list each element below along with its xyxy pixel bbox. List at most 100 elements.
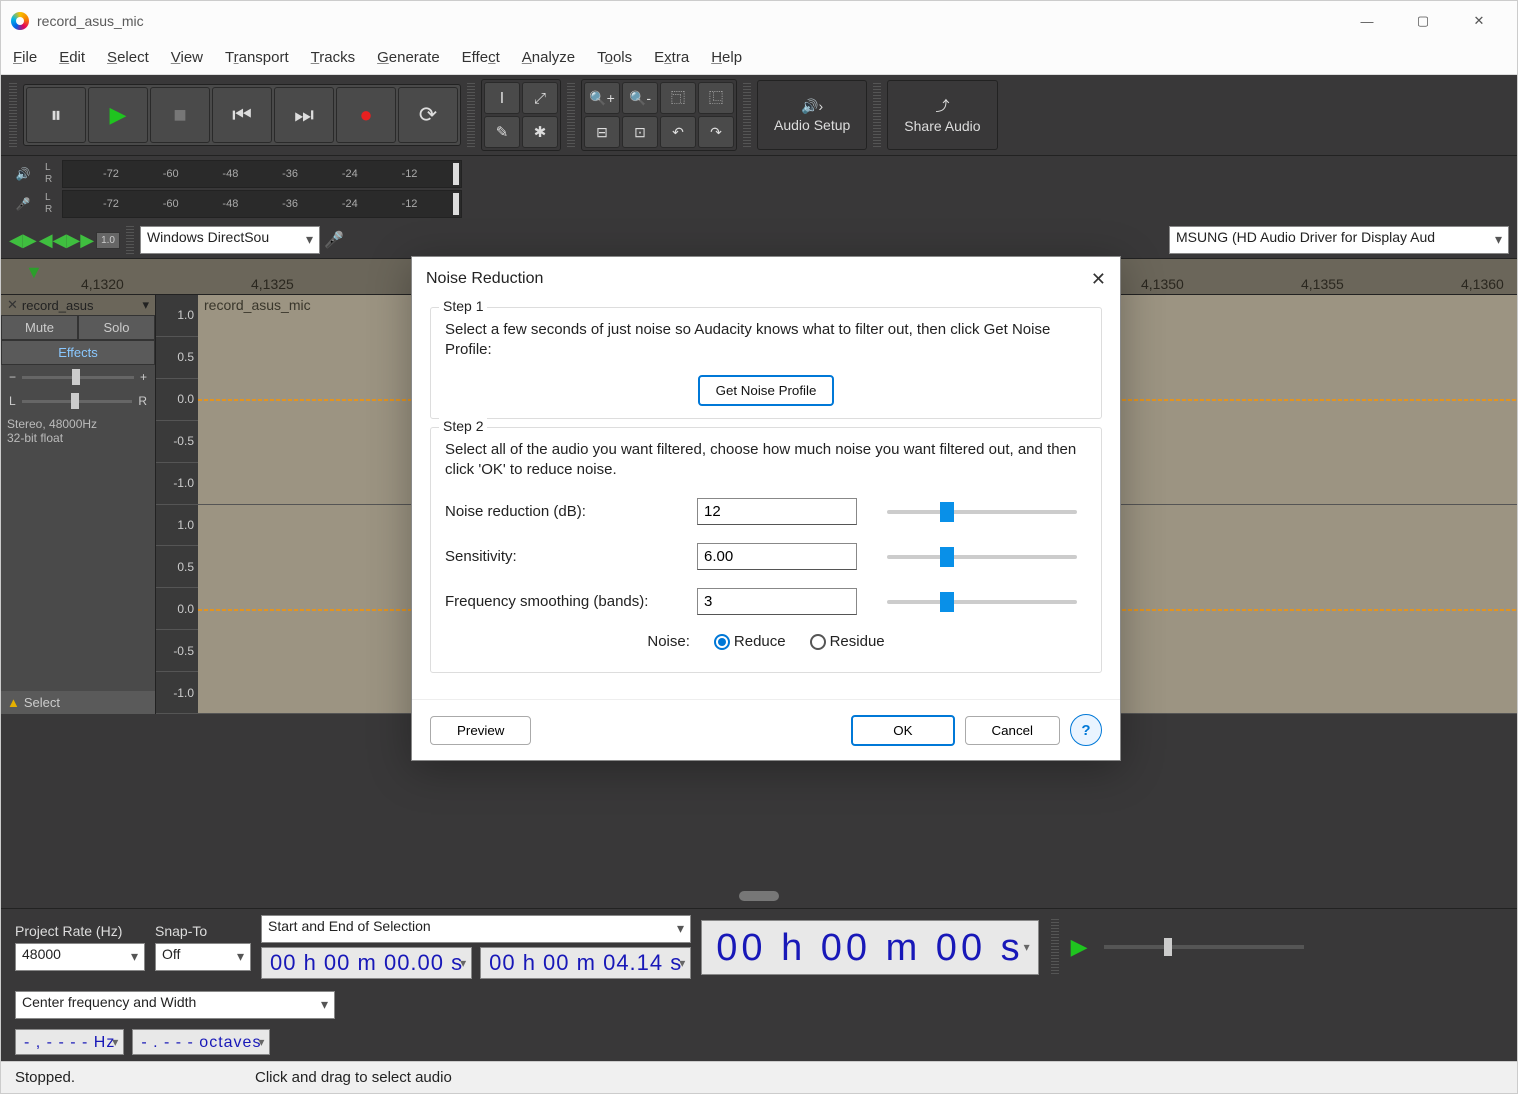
help-button[interactable]: ? <box>1070 714 1102 746</box>
record-meter[interactable]: -72-60-48-36-24-12 <box>62 190 462 218</box>
device-bar: ◀▶◀◀▶▶1.0 Windows DirectSou 🎤 MSUNG (HD … <box>1 222 1517 258</box>
menu-generate[interactable]: Generate <box>373 45 452 70</box>
sensitivity-input[interactable] <box>697 543 857 570</box>
grabber-icon[interactable] <box>1051 919 1059 975</box>
dialog-close-button[interactable]: ✕ <box>1091 269 1106 290</box>
step1-legend: Step 1 <box>439 298 487 314</box>
noise-reduction-label: Noise reduction (dB): <box>445 503 685 520</box>
close-track-icon[interactable]: ✕ <box>7 297 18 313</box>
skip-end-button[interactable]: ⏭ <box>274 87 334 143</box>
zoom-in-button[interactable]: 🔍+ <box>584 82 620 114</box>
h-scrollbar[interactable] <box>1 884 1517 908</box>
record-button[interactable]: ● <box>336 87 396 143</box>
selection-tool[interactable]: Ⅰ <box>484 82 520 114</box>
app-icon <box>11 12 29 30</box>
envelope-tool[interactable]: ⤢ <box>522 82 558 114</box>
menu-file[interactable]: File <box>9 45 49 70</box>
maximize-button[interactable]: ▢ <box>1395 3 1451 39</box>
freq-smoothing-input[interactable] <box>697 588 857 615</box>
chevron-down-icon[interactable]: ▾ <box>142 297 149 313</box>
share-audio-button[interactable]: ⤴ Share Audio <box>887 80 997 150</box>
draw-tool[interactable]: ✎ <box>484 116 520 148</box>
host-select[interactable]: Windows DirectSou <box>140 226 320 254</box>
rewind-icon[interactable]: ◀▶ <box>9 230 37 251</box>
multi-tool[interactable]: ✱ <box>522 116 558 148</box>
selection-bar: Project Rate (Hz) 48000 Snap-To Off Star… <box>1 908 1517 985</box>
undo-button[interactable]: ↶ <box>660 116 696 148</box>
residue-radio[interactable]: Residue <box>810 633 885 650</box>
title-bar: record_asus_mic — ▢ ✕ <box>1 1 1517 41</box>
menu-effect[interactable]: Effect <box>458 45 512 70</box>
sel-end-time[interactable]: 00 h 00 m 04.14 s▾ <box>480 947 691 979</box>
menu-extra[interactable]: Extra <box>650 45 701 70</box>
pause-button[interactable]: ⏸ <box>26 87 86 143</box>
octaves-box[interactable]: - . - - - octaves▾ <box>132 1029 270 1055</box>
playback-meter[interactable]: -72-60-48-36-24-12 <box>62 160 462 188</box>
menu-transport[interactable]: Transport <box>221 45 301 70</box>
collapse-button[interactable]: ▲Select <box>1 691 155 714</box>
freq-smoothing-slider[interactable] <box>887 600 1077 604</box>
grabber-icon[interactable] <box>743 83 751 147</box>
ff-icon[interactable]: ◀◀▶▶ <box>39 230 94 251</box>
preview-button[interactable]: Preview <box>430 716 531 745</box>
track-control-panel[interactable]: ✕record_asus▾ Mute Solo Effects −+ LR St… <box>1 295 156 714</box>
grabber-icon[interactable] <box>9 83 17 147</box>
grabber-icon[interactable] <box>567 83 575 147</box>
grabber-icon[interactable] <box>467 83 475 147</box>
output-select[interactable]: MSUNG (HD Audio Driver for Display Aud <box>1169 226 1509 254</box>
selection-mode-select[interactable]: Start and End of Selection <box>261 915 691 943</box>
play-at-speed-button[interactable]: ▶ <box>1071 934 1088 960</box>
close-button[interactable]: ✕ <box>1451 3 1507 39</box>
fit-selection-button[interactable]: ⿹ <box>660 82 696 114</box>
speed-icon[interactable]: 1.0 <box>96 232 120 249</box>
position-time[interactable]: 00 h 00 m 00 s▾ <box>701 920 1038 975</box>
freq-smoothing-label: Frequency smoothing (bands): <box>445 593 685 610</box>
sensitivity-slider[interactable] <box>887 555 1077 559</box>
effects-button[interactable]: Effects <box>1 340 155 365</box>
noise-reduction-input[interactable] <box>697 498 857 525</box>
menu-view[interactable]: View <box>167 45 215 70</box>
status-bar: Stopped. Click and drag to select audio <box>1 1061 1517 1093</box>
project-rate-select[interactable]: 48000 <box>15 943 145 971</box>
loop-button[interactable]: ⟳ <box>398 87 458 143</box>
playhead-icon: ▼ <box>25 262 43 283</box>
playback-meter-icon[interactable]: 🔊 <box>11 167 35 181</box>
ok-button[interactable]: OK <box>851 715 954 746</box>
menu-help[interactable]: Help <box>707 45 754 70</box>
meters: 🔊 LR -72-60-48-36-24-12 🎤 LR -72-60-48-3… <box>1 156 1517 222</box>
zoom-group: 🔍+ 🔍- ⿹ ⿺ ⊟ ⊡ ↶ ↷ <box>581 79 737 151</box>
fit-project-button[interactable]: ⿺ <box>698 82 734 114</box>
trim-button[interactable]: ⊟ <box>584 116 620 148</box>
pan-slider[interactable]: LR <box>1 389 155 413</box>
stop-button[interactable]: ■ <box>150 87 210 143</box>
get-noise-profile-button[interactable]: Get Noise Profile <box>698 375 835 406</box>
noise-reduction-slider[interactable] <box>887 510 1077 514</box>
redo-button[interactable]: ↷ <box>698 116 734 148</box>
reduce-radio[interactable]: Reduce <box>714 633 786 650</box>
center-freq-select[interactable]: Center frequency and Width <box>15 991 335 1019</box>
menu-edit[interactable]: Edit <box>55 45 97 70</box>
menu-analyze[interactable]: Analyze <box>518 45 587 70</box>
silence-button[interactable]: ⊡ <box>622 116 658 148</box>
cancel-button[interactable]: Cancel <box>965 716 1061 745</box>
mute-button[interactable]: Mute <box>1 315 78 340</box>
skip-start-button[interactable]: ⏮ <box>212 87 272 143</box>
sensitivity-label: Sensitivity: <box>445 548 685 565</box>
freq-box[interactable]: - , - - - - Hz▾ <box>15 1029 124 1055</box>
solo-button[interactable]: Solo <box>78 315 155 340</box>
sel-start-time[interactable]: 00 h 00 m 00.00 s▾ <box>261 947 472 979</box>
minimize-button[interactable]: — <box>1339 3 1395 39</box>
snap-select[interactable]: Off <box>155 943 251 971</box>
spectral-bar: Center frequency and Width - , - - - - H… <box>1 985 1517 1061</box>
grabber-icon[interactable] <box>126 226 134 254</box>
record-meter-icon[interactable]: 🎤 <box>11 197 35 211</box>
speaker-icon: 🔊› <box>801 98 823 115</box>
audio-setup-button[interactable]: 🔊› Audio Setup <box>757 80 867 150</box>
gain-slider[interactable]: −+ <box>1 365 155 389</box>
play-button[interactable]: ▶ <box>88 87 148 143</box>
zoom-out-button[interactable]: 🔍- <box>622 82 658 114</box>
grabber-icon[interactable] <box>873 83 881 147</box>
menu-tools[interactable]: Tools <box>593 45 644 70</box>
menu-tracks[interactable]: Tracks <box>307 45 367 70</box>
menu-select[interactable]: Select <box>103 45 161 70</box>
